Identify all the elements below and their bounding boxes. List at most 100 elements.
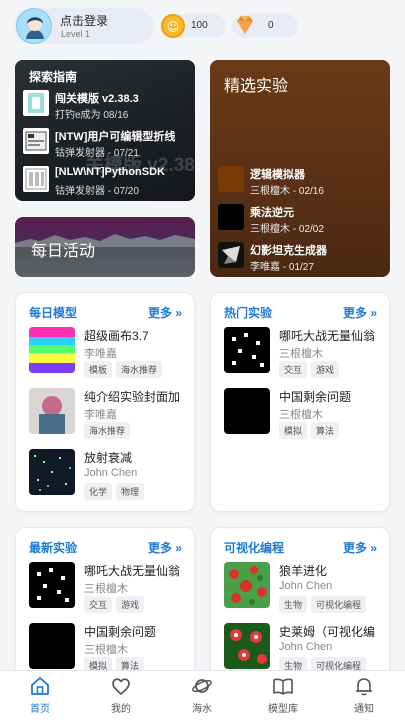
item-author: 李唯嘉 bbox=[84, 409, 117, 421]
daily-models-section: 每日模型 更多 » 超级画布3.7 李唯嘉 模板 海水推荐 纯介绍实验封面加 李… bbox=[15, 292, 195, 512]
list-item[interactable]: 超级画布3.7 李唯嘉 模板 海水推荐 bbox=[29, 327, 189, 383]
item-thumbnail bbox=[29, 562, 75, 608]
featured-thumbnail bbox=[218, 204, 244, 230]
tag: 模拟 bbox=[279, 422, 308, 439]
featured-item-name: 幻影坦克生成器 bbox=[250, 245, 327, 257]
tag: 海水推荐 bbox=[84, 422, 131, 439]
heart-icon bbox=[112, 678, 130, 695]
guide-item[interactable]: [NTW]用户可编辑型折线 钴弹发射器 - 07/21 bbox=[23, 126, 193, 160]
book-icon bbox=[273, 678, 293, 695]
bell-icon bbox=[356, 678, 372, 696]
list-item[interactable]: 中国剩余问题 三根檀木 模拟 算法 bbox=[224, 388, 384, 444]
featured-experiments-card[interactable]: 精选实验 逻辑模拟器 三根檀木 - 02/16 乘法逆元 三根檀木 - 02/0… bbox=[210, 60, 390, 277]
more-link[interactable]: 更多 » bbox=[343, 304, 377, 321]
guide-item-name: [NLW\NT]PythonSDK bbox=[55, 166, 165, 178]
tag: 模板 bbox=[84, 361, 113, 378]
explore-guide-card[interactable]: 关模版 v2.38.3 探索指南 闯关模版 v2.38.3 打钓e成为 08/1… bbox=[15, 60, 195, 201]
guide-thumbnail bbox=[23, 90, 49, 116]
list-item[interactable]: 哪吒大战无量仙翁 三根檀木 交互 游戏 bbox=[224, 327, 384, 383]
item-name: 史莱姆（可视化编 bbox=[279, 625, 376, 639]
item-author: John Chen bbox=[279, 641, 333, 653]
item-thumbnail bbox=[29, 327, 75, 373]
tag: 交互 bbox=[84, 596, 113, 613]
guide-item[interactable]: [NLW\NT]PythonSDK 钴弹发射器 - 07/20 bbox=[23, 164, 193, 198]
hot-experiments-section: 热门实验 更多 » 哪吒大战无量仙翁 三根檀木 交互 游戏 中国剩余问题 三根檀… bbox=[210, 292, 390, 512]
login-title[interactable]: 点击登录 bbox=[60, 12, 108, 29]
item-author: 三根檀木 bbox=[84, 583, 128, 595]
home-icon bbox=[31, 677, 49, 695]
item-name: 放射衰减 bbox=[84, 451, 133, 465]
section-title: 最新实验 bbox=[29, 541, 78, 555]
list-item[interactable]: 狼羊进化 John Chen 生物 可视化编程 bbox=[224, 562, 384, 618]
item-author: 三根檀木 bbox=[84, 644, 128, 656]
item-name: 超级画布3.7 bbox=[84, 329, 149, 343]
tag-list: 交互 游戏 bbox=[279, 361, 340, 378]
guide-item-name: [NTW]用户可编辑型折线 bbox=[55, 131, 176, 143]
item-author: 李唯嘉 bbox=[84, 348, 117, 360]
section-title: 热门实验 bbox=[224, 306, 273, 320]
tag-list: 模拟 算法 bbox=[279, 422, 340, 439]
gem-count: 0 bbox=[268, 20, 274, 31]
nav-item-model-library[interactable]: 模型库 bbox=[253, 675, 313, 719]
nav-item-mine[interactable]: 我的 bbox=[91, 675, 151, 719]
top-header: 点击登录 Level 1 ☺ 100 0 bbox=[0, 0, 405, 50]
nav-item-haishui[interactable]: 海水 bbox=[172, 675, 232, 719]
list-item[interactable]: 纯介绍实验封面加 李唯嘉 海水推荐 bbox=[29, 388, 189, 444]
item-name: 哪吒大战无量仙翁 bbox=[279, 329, 376, 343]
featured-item[interactable]: 逻辑模拟器 三根檀木 - 02/16 bbox=[218, 164, 388, 198]
home-page: 点击登录 Level 1 ☺ 100 0 关模版 v2.38.3 探索指南 闯关… bbox=[0, 0, 405, 720]
item-thumbnail bbox=[29, 388, 75, 434]
item-thumbnail bbox=[29, 449, 75, 495]
tag: 游戏 bbox=[116, 596, 145, 613]
item-thumbnail bbox=[224, 562, 270, 608]
item-author: 三根檀木 bbox=[279, 409, 323, 421]
more-link[interactable]: 更多 » bbox=[148, 539, 182, 556]
tag: 生物 bbox=[279, 596, 308, 613]
item-name: 哪吒大战无量仙翁 bbox=[84, 564, 181, 578]
tag: 交互 bbox=[279, 361, 308, 378]
guide-title: 探索指南 bbox=[29, 70, 78, 84]
section-title: 每日模型 bbox=[29, 306, 78, 320]
featured-thumbnail bbox=[218, 242, 244, 268]
item-thumbnail bbox=[224, 327, 270, 373]
featured-item[interactable]: 乘法逆元 三根檀木 - 02/02 bbox=[218, 202, 388, 236]
nav-item-notifications[interactable]: 通知 bbox=[334, 675, 394, 719]
daily-activity-title: 每日活动 bbox=[31, 243, 96, 260]
tag: 化学 bbox=[84, 483, 113, 500]
tag-list: 生物 可视化编程 bbox=[279, 596, 367, 613]
featured-item-name: 逻辑模拟器 bbox=[250, 169, 305, 181]
featured-item-meta: 李唯嘉 - 01/27 bbox=[250, 262, 314, 273]
list-item[interactable]: 放射衰减 John Chen 化学 物理 bbox=[29, 449, 189, 505]
svg-text:☺: ☺ bbox=[167, 20, 180, 34]
tag: 物理 bbox=[116, 483, 145, 500]
featured-item-meta: 三根檀木 - 02/02 bbox=[250, 224, 324, 235]
guide-item[interactable]: 闯关模版 v2.38.3 打钓e成为 08/16 bbox=[23, 88, 193, 122]
featured-item[interactable]: 幻影坦克生成器 李唯嘉 - 01/27 bbox=[218, 240, 388, 274]
coin-icon: ☺ bbox=[161, 14, 185, 38]
featured-item-meta: 三根檀木 - 02/16 bbox=[250, 186, 324, 197]
nav-item-home[interactable]: 首页 bbox=[10, 675, 70, 719]
tag-list: 交互 游戏 bbox=[84, 596, 145, 613]
latest-experiments-section: 最新实验 更多 » 哪吒大战无量仙翁 三根檀木 交互 游戏 中国剩余问题 三根檀… bbox=[15, 527, 195, 687]
planet-icon bbox=[192, 679, 212, 693]
guide-item-meta: 钴弹发射器 - 07/20 bbox=[55, 186, 139, 197]
item-author: John Chen bbox=[84, 467, 138, 479]
featured-title: 精选实验 bbox=[224, 78, 289, 95]
avatar[interactable] bbox=[16, 8, 52, 44]
item-name: 狼羊进化 bbox=[279, 564, 328, 578]
tag-list: 模板 海水推荐 bbox=[84, 361, 163, 378]
more-link[interactable]: 更多 » bbox=[343, 539, 377, 556]
item-name: 中国剩余问题 bbox=[84, 625, 157, 639]
tag: 游戏 bbox=[311, 361, 340, 378]
tag: 可视化编程 bbox=[311, 596, 367, 613]
tag-list: 海水推荐 bbox=[84, 422, 131, 439]
item-name: 中国剩余问题 bbox=[279, 390, 352, 404]
user-level: Level 1 bbox=[61, 29, 91, 39]
item-thumbnail bbox=[224, 623, 270, 669]
more-link[interactable]: 更多 » bbox=[148, 304, 182, 321]
item-thumbnail bbox=[29, 623, 75, 669]
daily-activity-card[interactable]: 每日活动 bbox=[15, 217, 195, 277]
nav-label: 首页 bbox=[30, 704, 50, 715]
bottom-nav: 首页 我的 海水 模型库 通知 bbox=[0, 670, 405, 720]
list-item[interactable]: 哪吒大战无量仙翁 三根檀木 交互 游戏 bbox=[29, 562, 189, 618]
